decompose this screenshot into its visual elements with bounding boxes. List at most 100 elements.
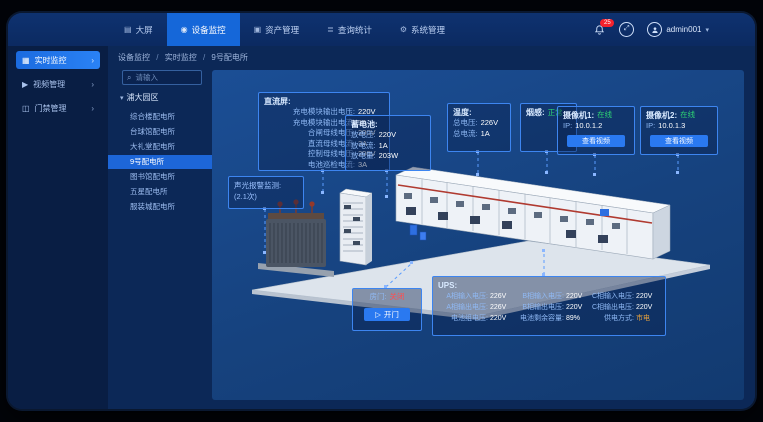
- sidebar-item-label: 门禁管理: [35, 103, 67, 114]
- notification-badge: 25: [600, 19, 614, 27]
- metric-label: 放电流:: [351, 141, 376, 152]
- tree-item[interactable]: 五星配电所: [108, 185, 212, 199]
- breadcrumb: 设备监控 / 实时监控 / 9号配电所: [118, 52, 248, 63]
- door-panel: 房门: 关闭 ▷开门: [352, 288, 422, 331]
- open-door-button[interactable]: ▷开门: [364, 308, 410, 321]
- open-door-label: 开门: [384, 309, 399, 320]
- tree-group-node[interactable]: ▾浦大园区: [120, 92, 159, 103]
- view-video-button[interactable]: 查看视频: [567, 135, 625, 147]
- monitor-icon: ◉: [181, 25, 188, 34]
- sidebar-item-video-management[interactable]: ▶ 视频管理 ›: [16, 75, 100, 93]
- metric-label: 电池巡检电流:: [264, 160, 355, 171]
- ups-panel: UPS: A相输入电压:226V B相输入电压:220V C相输入电压:220V…: [432, 276, 666, 336]
- tree-item[interactable]: 综合楼配电所: [108, 110, 212, 124]
- tab-label: 大屏: [136, 24, 153, 36]
- chevron-right-icon: ›: [91, 104, 94, 113]
- ip-label: IP:: [563, 121, 572, 132]
- door-status: 关闭: [390, 292, 405, 303]
- metric-value: 220V: [566, 302, 590, 313]
- search-input[interactable]: [133, 72, 201, 83]
- metric-value: 220V: [566, 291, 590, 302]
- fullscreen-icon[interactable]: ⤢: [619, 22, 634, 37]
- breadcrumb-part[interactable]: 设备监控: [118, 53, 150, 62]
- asset-icon: ▣: [254, 25, 262, 34]
- metric-label: C相输出电压:: [590, 302, 634, 313]
- tree-item[interactable]: 服装城配电所: [108, 200, 212, 214]
- metric-value: 89%: [566, 313, 590, 324]
- tree-item[interactable]: 图书馆配电所: [108, 170, 212, 184]
- metric-label: 总电流:: [453, 129, 478, 140]
- metric-value: 226V: [490, 302, 514, 313]
- tab-asset-management[interactable]: ▣ 资产管理: [240, 13, 314, 46]
- user-menu[interactable]: admin001 ▾: [647, 22, 709, 37]
- battery-panel: 蓄电池: 放电压:220V 放电流:1A 放电量:203W: [345, 115, 431, 171]
- tree-item[interactable]: 大礼堂配电所: [108, 140, 212, 154]
- status-badge: 在线: [680, 110, 695, 121]
- tab-label: 设备监控: [192, 24, 226, 36]
- tab-system-management[interactable]: ⚙ 系统管理: [386, 13, 459, 46]
- chevron-right-icon: ›: [91, 56, 94, 65]
- dashboard-icon: ▤: [124, 25, 132, 34]
- avatar: [647, 22, 662, 37]
- search-icon: ⌕: [127, 73, 131, 83]
- sidebar-item-label: 视频管理: [33, 79, 65, 90]
- metric-value: 1A: [379, 141, 388, 152]
- metric-label: 总电压:: [453, 118, 478, 129]
- user-name: admin001: [666, 25, 701, 34]
- metric-label: 充电模块输出电流:: [264, 118, 355, 129]
- metric-value: 220V: [379, 130, 397, 141]
- metric-label: 直流母线电流:: [264, 139, 355, 150]
- metric-label: 控制母线电压:: [264, 149, 355, 160]
- metric-value: 市电: [636, 313, 660, 324]
- sidebar: ▦ 实时监控 › ▶ 视频管理 › ◫ 门禁管理 ›: [8, 46, 108, 409]
- metric-value: 1A: [481, 129, 490, 140]
- gear-icon: ⚙: [400, 25, 407, 34]
- metric-value: 220V: [490, 313, 514, 324]
- panel-title: 摄像机2:: [646, 110, 677, 121]
- temperature-panel: 温度: 总电压:226V 总电流:1A: [447, 103, 511, 152]
- metric-label: 充电模块输出电压:: [264, 107, 355, 118]
- video-icon: ▶: [22, 80, 28, 89]
- breadcrumb-separator: /: [156, 53, 158, 62]
- tab-label: 查询统计: [338, 24, 372, 36]
- view-video-button[interactable]: 查看视频: [650, 135, 708, 147]
- panel-title: 直流屏:: [264, 96, 384, 107]
- metric-label: B相输出电压:: [514, 302, 564, 313]
- substation-tree: ⌕ ▾浦大园区 综合楼配电所 台球馆配电所 大礼堂配电所 9号配电所 图书馆配电…: [108, 66, 212, 409]
- metric-label: C相输入电压:: [590, 291, 634, 302]
- alarm-panel: 声光报警监测: (2.1次): [228, 176, 304, 209]
- app-window: ▤ 大屏 ◉ 设备监控 ▣ 资产管理 ≣ 查询统计 ⚙ 系统管理: [8, 13, 755, 409]
- metric-label: A相输出电压:: [438, 302, 488, 313]
- panel-title: 蓄电池:: [351, 119, 425, 130]
- metric-label: 电池剩余容量:: [514, 313, 564, 324]
- breadcrumb-part[interactable]: 实时监控: [165, 53, 197, 62]
- ip-value: 10.0.1.3: [658, 121, 685, 132]
- tree-item[interactable]: 台球馆配电所: [108, 125, 212, 139]
- camera2-panel: 摄像机2:在线 IP:10.0.1.3 查看视频: [640, 106, 718, 155]
- breadcrumb-separator: /: [203, 53, 205, 62]
- tab-dashboard[interactable]: ▤ 大屏: [110, 13, 167, 46]
- breadcrumb-part: 9号配电所: [211, 53, 247, 62]
- metric-label: 放电压:: [351, 130, 376, 141]
- metric-value: 203W: [379, 151, 399, 162]
- alarm-label: 声光报警监测:: [234, 180, 298, 191]
- tab-device-monitoring[interactable]: ◉ 设备监控: [167, 13, 240, 46]
- sidebar-item-realtime-monitoring[interactable]: ▦ 实时监控 ›: [16, 51, 100, 69]
- door-label: 房门:: [369, 292, 386, 303]
- tab-label: 资产管理: [265, 24, 299, 36]
- top-navigation-bar: ▤ 大屏 ◉ 设备监控 ▣ 资产管理 ≣ 查询统计 ⚙ 系统管理: [8, 13, 755, 46]
- tree-group-label: 浦大园区: [127, 93, 159, 102]
- caret-down-icon: ▾: [120, 95, 124, 102]
- ip-label: IP:: [646, 121, 655, 132]
- notification-bell-icon[interactable]: 25: [592, 23, 606, 37]
- tree-search: ⌕: [122, 70, 202, 85]
- nav-tabs: ▤ 大屏 ◉ 设备监控 ▣ 资产管理 ≣ 查询统计 ⚙ 系统管理: [110, 13, 459, 46]
- tab-query-statistics[interactable]: ≣ 查询统计: [313, 13, 386, 46]
- panel-title: 温度:: [453, 107, 505, 118]
- panel-title: 摄像机1:: [563, 110, 594, 121]
- alarm-value: (2.1次): [234, 191, 298, 202]
- sidebar-item-access-control[interactable]: ◫ 门禁管理 ›: [16, 99, 100, 117]
- tree-item-selected[interactable]: 9号配电所: [108, 155, 212, 169]
- metric-label: 供电方式:: [590, 313, 634, 324]
- ip-value: 10.0.1.2: [575, 121, 602, 132]
